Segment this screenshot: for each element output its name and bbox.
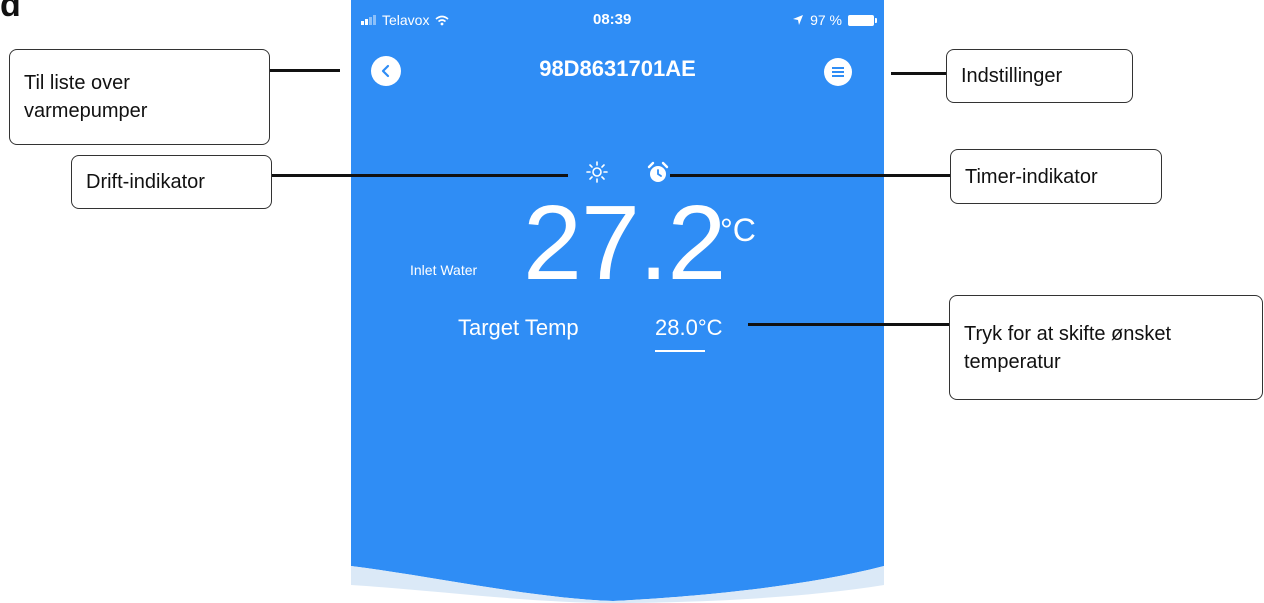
target-temp-underline (655, 350, 705, 352)
location-arrow-icon (793, 15, 804, 25)
status-carrier: Telavox (361, 12, 449, 28)
sun-icon (586, 161, 608, 183)
inlet-temperature: 27.2 (523, 184, 726, 302)
callout-timer: Timer-indikator (950, 149, 1162, 204)
status-right: 97 % (792, 12, 877, 28)
inlet-water-label: Inlet Water (410, 262, 478, 278)
inlet-temperature-unit: °C (720, 212, 756, 248)
callout-settings-line (891, 72, 946, 75)
callout-timer-text: Timer-indikator (965, 165, 1098, 188)
callout-operation-text: Drift-indikator (86, 171, 205, 193)
wifi-icon (435, 15, 449, 25)
settings-menu-button[interactable] (824, 58, 852, 86)
figure-letter: d (0, 0, 21, 24)
callout-operation-line (272, 174, 568, 177)
callout-settings: Indstillinger (946, 49, 1133, 103)
callout-target: Tryk for at skifte ønsket temperatur (949, 295, 1263, 400)
alarm-clock-icon (647, 161, 669, 182)
callout-back-line (270, 69, 340, 72)
callout-target-line (748, 323, 949, 326)
callout-back: Til liste over varmepumper (9, 49, 270, 145)
phone-screen: Telavox 08:39 97 % 98D8631701AE Inlet Wa… (351, 0, 884, 603)
callout-target-text: Tryk for at skifte ønsket temperatur (964, 322, 1172, 373)
battery-icon (848, 14, 877, 26)
target-temp-label: Target Temp (458, 315, 579, 340)
signal-icon (361, 15, 376, 25)
callout-settings-text: Indstillinger (961, 65, 1063, 87)
battery-percent: 97 % (810, 12, 842, 28)
device-title: 98D8631701AE (539, 56, 696, 81)
callout-back-text: Til liste over varmepumper (24, 72, 148, 122)
menu-icon (832, 67, 844, 77)
target-temp-value[interactable]: 28.0°C (655, 315, 723, 341)
callout-timer-line (670, 174, 950, 177)
status-time: 08:39 (593, 11, 632, 28)
carrier-name: Telavox (382, 12, 430, 28)
callout-operation: Drift-indikator (71, 155, 272, 209)
